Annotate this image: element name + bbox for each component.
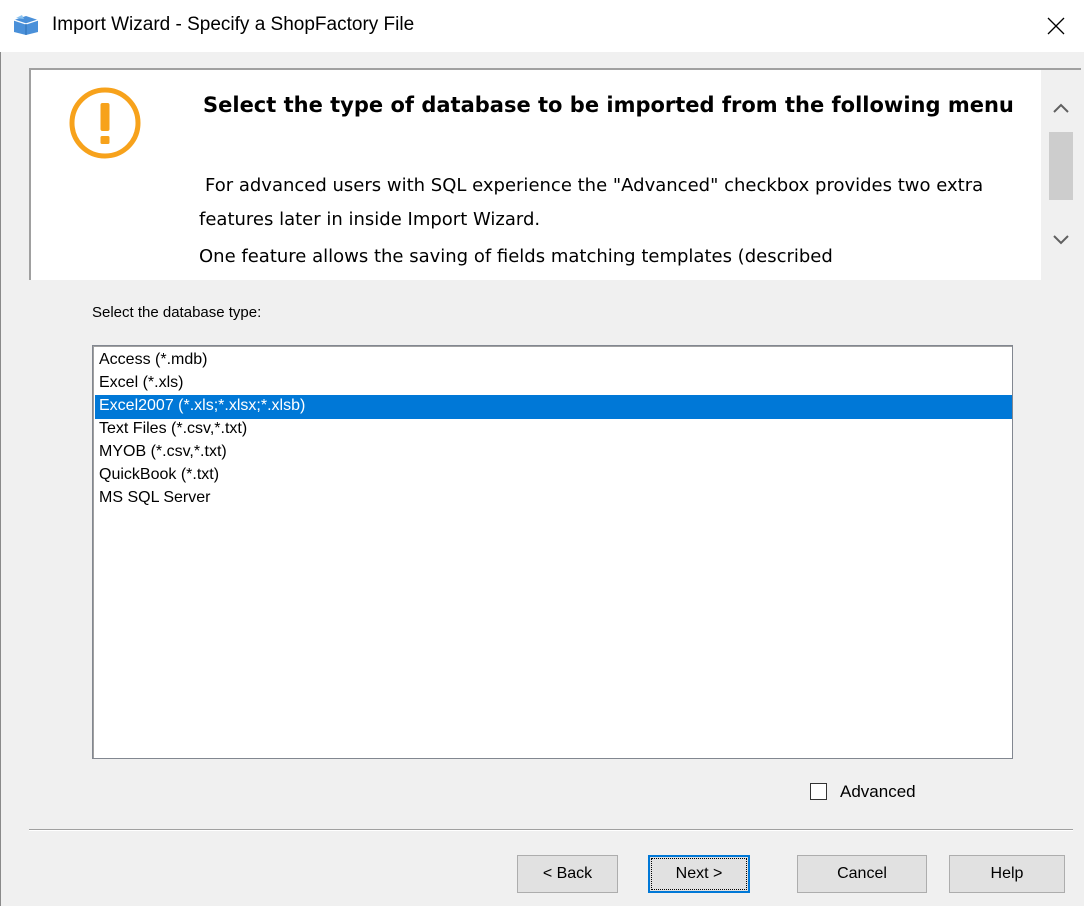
info-scrollbar[interactable] — [1041, 70, 1081, 280]
list-item-myob[interactable]: MYOB (*.csv,*.txt) — [95, 441, 1012, 465]
close-button[interactable] — [1028, 0, 1084, 52]
back-button[interactable]: < Back — [517, 855, 618, 893]
chevron-down-icon — [1053, 235, 1069, 245]
warning-icon — [69, 87, 141, 159]
select-database-label: Select the database type: — [92, 304, 262, 321]
separator-highlight — [29, 830, 1073, 831]
window-title: Import Wizard - Specify a ShopFactory Fi… — [52, 14, 415, 35]
list-item-access[interactable]: Access (*.mdb) — [95, 349, 1012, 373]
close-icon — [1047, 17, 1065, 35]
info-panel: Select the type of database to be import… — [29, 68, 1081, 280]
title-bar[interactable]: Import Wizard - Specify a ShopFactory Fi… — [0, 0, 1084, 52]
list-item-quickbook[interactable]: QuickBook (*.txt) — [95, 464, 1012, 488]
scroll-up-button[interactable] — [1041, 88, 1081, 128]
list-item-excel2007[interactable]: Excel2007 (*.xls;*.xlsx;*.xlsb) — [95, 395, 1012, 419]
chevron-up-icon — [1053, 103, 1069, 113]
scroll-thumb[interactable] — [1049, 132, 1073, 200]
help-button[interactable]: Help — [949, 855, 1065, 893]
scroll-down-button[interactable] — [1041, 220, 1081, 260]
advanced-checkbox[interactable] — [810, 783, 827, 800]
list-item-excel[interactable]: Excel (*.xls) — [95, 372, 1012, 396]
advanced-checkbox-label[interactable]: Advanced — [840, 782, 916, 802]
list-item-text-files[interactable]: Text Files (*.csv,*.txt) — [95, 418, 1012, 442]
list-item-ms-sql-server[interactable]: MS SQL Server — [95, 487, 1012, 511]
database-type-listbox[interactable]: Access (*.mdb) Excel (*.xls) Excel2007 (… — [92, 345, 1013, 759]
window-left-border — [0, 0, 1, 906]
info-paragraph: For advanced users with SQL experience t… — [199, 175, 984, 230]
import-wizard-window: Import Wizard - Specify a ShopFactory Fi… — [0, 0, 1084, 906]
next-button[interactable]: Next > — [648, 855, 750, 893]
info-paragraph-continued: One feature allows the saving of fields … — [199, 246, 833, 267]
info-heading: Select the type of database to be import… — [203, 93, 1014, 117]
cancel-button[interactable]: Cancel — [797, 855, 927, 893]
shopfactory-icon — [13, 15, 39, 35]
